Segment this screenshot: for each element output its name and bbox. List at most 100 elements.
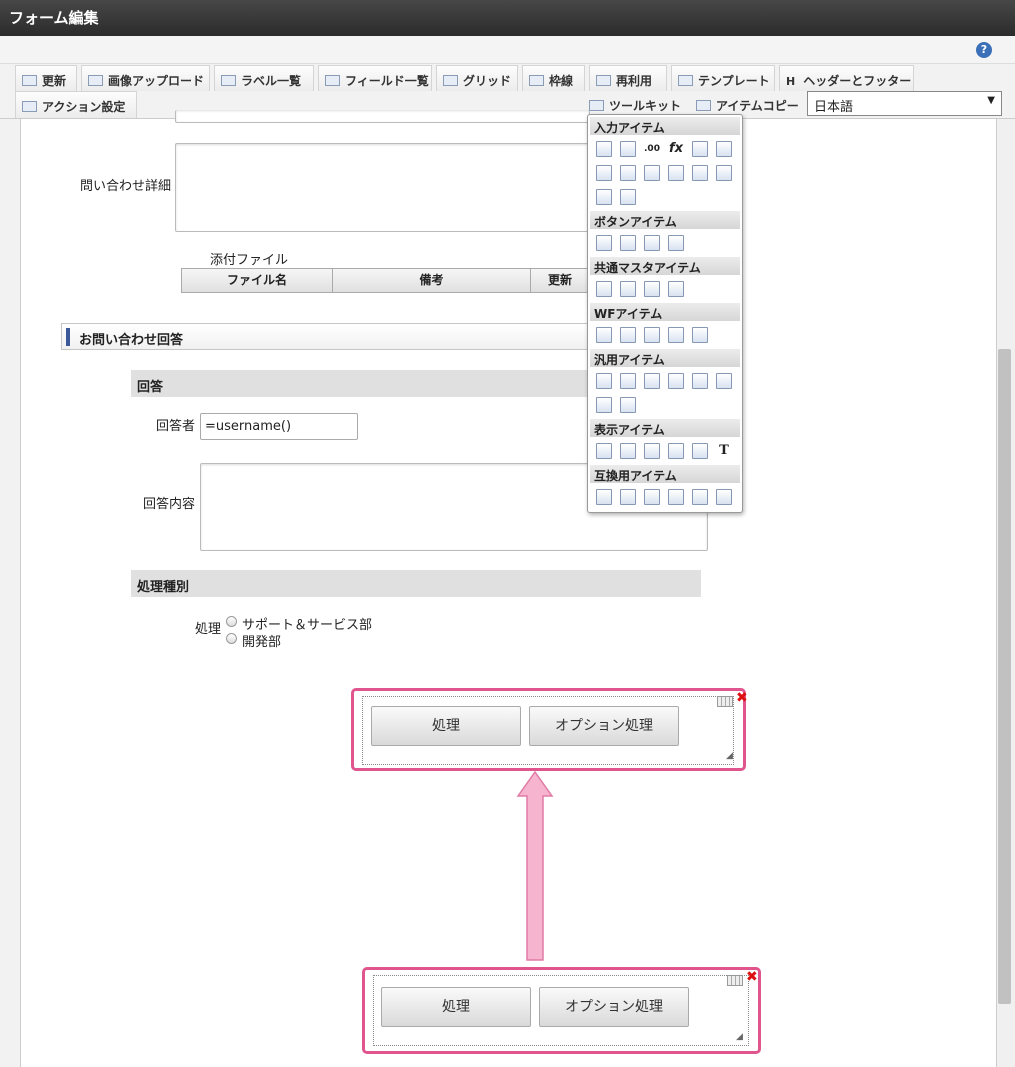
drag-arrow-icon bbox=[516, 770, 554, 961]
field-list-button[interactable]: フィールド一覧 bbox=[318, 65, 432, 91]
template-icon bbox=[678, 75, 693, 86]
resize-handle-icon[interactable]: ◢ bbox=[726, 751, 733, 761]
template-button[interactable]: テンプレート bbox=[671, 65, 775, 91]
grid-icon[interactable] bbox=[727, 975, 743, 986]
document-icon[interactable] bbox=[692, 373, 708, 389]
image-upload-button[interactable]: 画像アップロード bbox=[81, 65, 210, 91]
group-icon[interactable] bbox=[644, 281, 660, 297]
hidden-field-icon[interactable] bbox=[596, 373, 612, 389]
answer-section-title: お問い合わせ回答 bbox=[61, 323, 601, 350]
list-icon[interactable] bbox=[620, 165, 636, 181]
header-footer-button[interactable]: H ヘッダーとフッター bbox=[779, 65, 914, 91]
building-icon[interactable] bbox=[620, 281, 636, 297]
calendar-icon[interactable] bbox=[692, 141, 708, 157]
vertical-line-icon[interactable] bbox=[644, 443, 660, 459]
list-icon[interactable] bbox=[620, 489, 636, 505]
listbox-icon[interactable] bbox=[692, 489, 708, 505]
arrow-left-icon[interactable] bbox=[644, 235, 660, 251]
border-icon bbox=[529, 75, 544, 86]
resize-handle-icon[interactable]: ◢ bbox=[736, 1032, 743, 1042]
reuse-button[interactable]: 再利用 bbox=[589, 65, 667, 91]
inquiry-detail-textarea[interactable] bbox=[175, 143, 590, 232]
list-icon bbox=[325, 75, 340, 86]
radio-icon[interactable] bbox=[668, 165, 684, 181]
calendar-icon[interactable] bbox=[716, 141, 732, 157]
clipboard-icon[interactable] bbox=[596, 327, 612, 343]
checkbox-icon[interactable] bbox=[644, 165, 660, 181]
share-icon bbox=[22, 101, 37, 112]
paperclip-icon[interactable] bbox=[620, 327, 636, 343]
list-icon bbox=[221, 75, 236, 86]
select-icon[interactable] bbox=[596, 165, 612, 181]
upload-icon[interactable] bbox=[596, 189, 612, 205]
textbox-icon[interactable] bbox=[596, 141, 612, 157]
arrow-left-icon[interactable] bbox=[668, 235, 684, 251]
window-title: フォーム編集 bbox=[0, 0, 1015, 36]
toolkit-heading-input: 入力アイテム bbox=[590, 117, 740, 135]
process-button[interactable]: 処理 bbox=[371, 706, 521, 746]
action-settings-button[interactable]: アクション設定 bbox=[15, 91, 137, 118]
button-icon[interactable] bbox=[596, 235, 612, 251]
header-footer-icon: H bbox=[786, 75, 796, 88]
help-bar: ? bbox=[0, 36, 1015, 64]
column-note: 備考 bbox=[333, 269, 531, 292]
toolkit-heading-wf: WFアイテム bbox=[590, 303, 740, 321]
scrollbar[interactable] bbox=[997, 119, 1015, 1067]
group-icon[interactable] bbox=[668, 281, 684, 297]
help-icon[interactable]: ? bbox=[976, 42, 992, 58]
previous-field[interactable] bbox=[175, 110, 590, 123]
scrollbar-thumb[interactable] bbox=[998, 349, 1011, 1004]
formula-icon[interactable]: fx bbox=[668, 141, 684, 157]
checkbox-icon[interactable] bbox=[644, 489, 660, 505]
box-icon[interactable] bbox=[668, 443, 684, 459]
border-button[interactable]: 枠線 bbox=[522, 65, 585, 91]
update-button[interactable]: 更新 bbox=[15, 65, 77, 91]
grid-icon bbox=[443, 75, 458, 86]
textbox-icon[interactable] bbox=[620, 141, 636, 157]
table-icon[interactable] bbox=[620, 189, 636, 205]
radio-icon[interactable] bbox=[668, 489, 684, 505]
select-icon[interactable] bbox=[596, 489, 612, 505]
document-icon bbox=[596, 75, 611, 86]
frame-icon[interactable] bbox=[596, 397, 612, 413]
user-icon[interactable] bbox=[596, 281, 612, 297]
arrow-right-icon[interactable] bbox=[620, 235, 636, 251]
button-group-dragged[interactable]: 処理 オプション処理 ✖ ◢ bbox=[362, 967, 761, 1054]
listbox-icon[interactable] bbox=[692, 165, 708, 181]
label-icon[interactable] bbox=[596, 443, 612, 459]
answerer-input[interactable]: =username() bbox=[200, 413, 358, 440]
radio-dev[interactable] bbox=[226, 633, 237, 644]
folder-icon[interactable] bbox=[668, 373, 684, 389]
close-icon[interactable]: ✖ bbox=[746, 969, 758, 985]
button-group-placed[interactable]: 処理 オプション処理 ✖ ◢ bbox=[351, 688, 748, 771]
option-process-button[interactable]: オプション処理 bbox=[539, 987, 689, 1027]
listbox-icon[interactable] bbox=[716, 165, 732, 181]
chart-icon[interactable] bbox=[620, 397, 636, 413]
close-icon[interactable]: ✖ bbox=[736, 690, 748, 706]
chevron-down-icon: ▼ bbox=[987, 95, 995, 106]
image-icon[interactable] bbox=[692, 443, 708, 459]
process-button[interactable]: 処理 bbox=[381, 987, 531, 1027]
download-icon[interactable] bbox=[716, 373, 732, 389]
stamp-icon[interactable] bbox=[692, 327, 708, 343]
image-icon bbox=[88, 75, 103, 86]
document-icon[interactable] bbox=[620, 373, 636, 389]
number-icon[interactable]: .00 bbox=[644, 141, 660, 157]
option-process-button[interactable]: オプション処理 bbox=[529, 706, 679, 746]
process-label: 処理 bbox=[195, 622, 222, 637]
language-select[interactable]: 日本語 ▼ bbox=[807, 91, 1002, 116]
radio-support[interactable] bbox=[226, 616, 237, 627]
horizontal-line-icon[interactable] bbox=[620, 443, 636, 459]
label-list-button[interactable]: ラベル一覧 bbox=[214, 65, 314, 91]
answer-content-label: 回答内容 bbox=[143, 497, 196, 512]
update-icon bbox=[22, 75, 37, 86]
image-icon[interactable] bbox=[644, 327, 660, 343]
grid-icon[interactable] bbox=[717, 696, 733, 707]
briefcase-icon bbox=[589, 100, 604, 111]
camera-icon[interactable] bbox=[644, 373, 660, 389]
grid-button[interactable]: グリッド bbox=[436, 65, 518, 91]
listbox-icon[interactable] bbox=[716, 489, 732, 505]
clipboard-icon[interactable] bbox=[668, 327, 684, 343]
text-icon[interactable]: T bbox=[716, 443, 732, 459]
toolkit-heading-general: 汎用アイテム bbox=[590, 349, 740, 367]
